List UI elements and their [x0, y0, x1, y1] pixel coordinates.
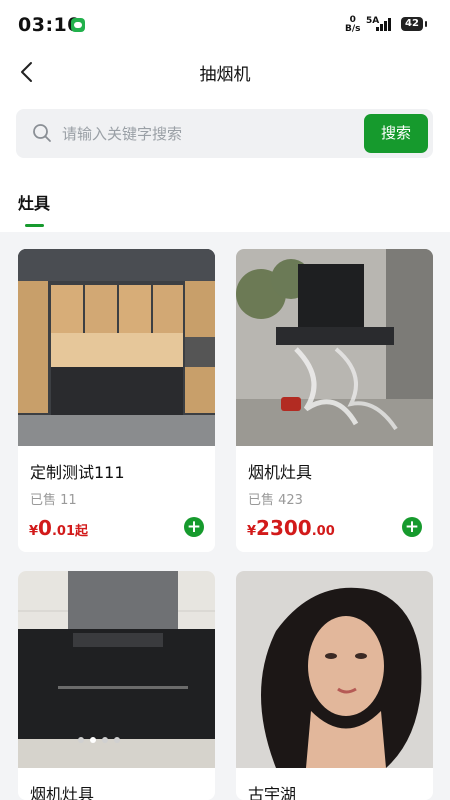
product-name: 定制测试111: [30, 463, 125, 482]
product-name: 烟机灶具: [248, 463, 313, 482]
nav-bar: 抽烟机: [0, 50, 450, 96]
product-price: ¥0.01起: [29, 516, 88, 540]
product-name: 烟机灶具: [30, 785, 95, 800]
product-image: [236, 571, 433, 768]
network-speed: 0 B/s: [345, 15, 361, 34]
product-card[interactable]: 烟机灶具 已售 423 ¥2300.00 +: [236, 249, 433, 552]
battery-icon: 42: [401, 17, 427, 31]
wechat-notification-icon: [71, 18, 85, 32]
status-bar: 03:10 0 B/s 5A 42: [0, 0, 450, 50]
search-bar: 请输入关键字搜索 搜索: [16, 109, 433, 158]
product-card[interactable]: 烟机灶具: [18, 571, 215, 800]
product-name: 古宇湖: [248, 785, 297, 800]
product-card[interactable]: 定制测试111 已售 11 ¥0.01起 +: [18, 249, 215, 552]
search-button[interactable]: 搜索: [364, 114, 428, 153]
product-card[interactable]: 古宇湖: [236, 571, 433, 800]
product-image: [236, 249, 433, 446]
add-to-cart-button[interactable]: +: [402, 517, 422, 537]
product-sold-count: 已售 11: [30, 493, 77, 508]
product-price: ¥2300.00: [247, 516, 335, 540]
tab-active-indicator: [25, 224, 44, 227]
page-title: 抽烟机: [199, 65, 251, 85]
product-sold-count: 已售 423: [248, 493, 303, 508]
search-icon: [33, 124, 51, 142]
signal-bars-icon: [376, 17, 396, 31]
product-image: [18, 249, 215, 446]
tab-stoves[interactable]: 灶具: [18, 190, 50, 214]
search-input[interactable]: 请输入关键字搜索: [62, 123, 182, 144]
image-carousel-dots: [18, 729, 215, 748]
add-to-cart-button[interactable]: +: [184, 517, 204, 537]
